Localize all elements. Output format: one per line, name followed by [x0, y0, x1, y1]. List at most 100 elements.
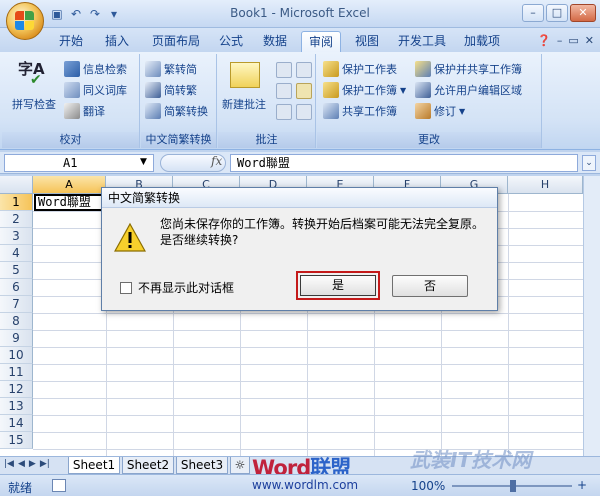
tab-addins[interactable]: 加载项 — [460, 31, 504, 52]
row-header[interactable]: 11 — [0, 364, 33, 381]
insert-function-icon[interactable]: fx — [211, 154, 222, 168]
previous-comment-icon[interactable] — [296, 62, 312, 78]
vertical-scrollbar[interactable] — [583, 176, 600, 456]
name-box[interactable]: A1 — [4, 154, 154, 172]
column-header-h[interactable]: H — [508, 176, 583, 194]
row-header[interactable]: 1 — [0, 194, 33, 211]
tab-developer[interactable]: 开发工具 — [394, 31, 450, 52]
sheet-tab-3[interactable]: Sheet3 — [176, 457, 228, 474]
ribbon-minimize-icon[interactable]: – — [557, 34, 563, 47]
lock-workbook-icon — [323, 82, 339, 98]
row-header[interactable]: 9 — [0, 330, 33, 347]
chevron-down-icon: ▼ — [400, 85, 407, 95]
minimize-button[interactable]: – — [522, 4, 544, 22]
row-header[interactable]: 13 — [0, 398, 33, 415]
dont-show-again-checkbox[interactable] — [120, 281, 132, 294]
name-box-dropdown-icon[interactable]: ▼ — [140, 157, 147, 167]
column-header-a[interactable]: A — [33, 176, 106, 194]
dialog-message: 您尚未保存你的工作簿。转换开始后档案可能无法完全复原。是否继续转换? — [160, 217, 485, 247]
tab-review[interactable]: 审阅 — [301, 31, 341, 52]
group-chinese-conversion: 繁转简 简转繁 简繁转换 中文简繁转换 — [141, 54, 217, 148]
track-changes-icon — [415, 103, 431, 119]
protect-workbook-button[interactable]: 保护工作簿 ▼ — [323, 81, 406, 99]
cell-a1[interactable]: Word聯盟 — [34, 194, 106, 211]
dialog-title: 中文简繁转换 — [102, 188, 497, 208]
chevron-down-icon: ▼ — [459, 106, 466, 116]
allow-edit-ranges-button[interactable]: 允许用户编辑区域 — [415, 81, 522, 99]
no-button[interactable]: 否 — [392, 275, 468, 297]
zoom-in-icon[interactable]: + — [577, 478, 587, 492]
last-sheet-icon[interactable]: ▶| — [40, 459, 50, 469]
spell-check-icon[interactable]: 字A ✔ — [16, 58, 50, 88]
tab-view[interactable]: 视图 — [350, 31, 384, 52]
ribbon-close-icon[interactable]: ✕ — [585, 34, 594, 47]
status-bar: 就绪 www.wordlm.com 100% + — [0, 474, 600, 496]
row-header[interactable]: 3 — [0, 228, 33, 245]
yes-button-label: 是 — [300, 275, 376, 296]
row-header[interactable]: 5 — [0, 262, 33, 279]
zoom-thumb[interactable] — [510, 480, 516, 492]
sheet-tab-1[interactable]: Sheet1 — [68, 457, 120, 474]
sheet-tab-2[interactable]: Sheet2 — [122, 457, 174, 474]
row-header[interactable]: 10 — [0, 347, 33, 364]
prev-sheet-icon[interactable]: ◀ — [18, 459, 25, 469]
row-header[interactable]: 4 — [0, 245, 33, 262]
share-workbook-button[interactable]: 共享工作簿 — [323, 102, 397, 120]
row-header[interactable]: 2 — [0, 211, 33, 228]
show-all-comments-icon[interactable] — [276, 104, 292, 120]
to-traditional-button[interactable]: 简转繁 — [145, 81, 197, 99]
row-header[interactable]: 14 — [0, 415, 33, 432]
new-comment-icon[interactable] — [230, 62, 260, 88]
dont-show-again-row[interactable]: 不再显示此对话框 — [120, 279, 234, 296]
watermark-site: 武装IT技术网 — [410, 448, 532, 472]
translate-button[interactable]: 翻译 — [64, 102, 105, 120]
next-sheet-icon[interactable]: ▶ — [29, 459, 36, 469]
first-sheet-icon[interactable]: |◀ — [4, 459, 14, 469]
lock-sheet-icon — [323, 61, 339, 77]
office-button[interactable] — [6, 2, 44, 40]
tab-insert[interactable]: 插入 — [100, 31, 134, 52]
formula-input[interactable]: Word聯盟 — [230, 154, 578, 172]
tab-data[interactable]: 数据 — [258, 31, 292, 52]
tab-home[interactable]: 开始 — [54, 31, 88, 52]
select-all-corner[interactable] — [0, 176, 33, 194]
tab-formulas[interactable]: 公式 — [214, 31, 248, 52]
tab-page-layout[interactable]: 页面布局 — [146, 31, 206, 52]
delete-comment-icon[interactable] — [276, 62, 292, 78]
next-comment-icon[interactable] — [276, 83, 292, 99]
row-header[interactable]: 6 — [0, 279, 33, 296]
status-ready: 就绪 — [8, 481, 33, 495]
protect-share-button[interactable]: 保护并共享工作簿 — [415, 60, 522, 78]
thesaurus-button[interactable]: 同义词库 — [64, 81, 127, 99]
insert-sheet-icon[interactable]: ☼ — [230, 457, 250, 474]
ribbon-restore-icon[interactable]: ▭ — [568, 34, 578, 47]
group-label-chinese: 中文简繁转换 — [141, 132, 216, 148]
track-changes-button[interactable]: 修订 ▼ — [415, 102, 465, 120]
show-comment-icon[interactable] — [296, 83, 312, 99]
to-simplified-icon — [145, 61, 161, 77]
row-header[interactable]: 7 — [0, 296, 33, 313]
chinese-convert-icon — [145, 103, 161, 119]
allow-edit-icon — [415, 82, 431, 98]
group-comments: 新建批注 批注 — [218, 54, 316, 148]
help-icon[interactable]: ❓ — [537, 34, 551, 47]
row-header[interactable]: 12 — [0, 381, 33, 398]
row-header[interactable]: 15 — [0, 432, 33, 449]
status-url: www.wordlm.com — [252, 478, 359, 492]
row-header[interactable]: 8 — [0, 313, 33, 330]
to-simplified-button[interactable]: 繁转简 — [145, 60, 197, 78]
close-button[interactable]: ✕ — [570, 4, 596, 22]
show-ink-icon[interactable] — [296, 104, 312, 120]
zoom-level[interactable]: 100% — [411, 479, 445, 493]
expand-formula-bar-icon[interactable]: ⌄ — [582, 155, 596, 171]
research-icon — [64, 61, 80, 77]
protect-sheet-button[interactable]: 保护工作表 — [323, 60, 397, 78]
new-comment-button[interactable]: 新建批注 — [222, 96, 266, 112]
macro-record-icon[interactable] — [52, 479, 66, 492]
yes-button[interactable]: 是 — [296, 271, 380, 300]
chinese-convert-button[interactable]: 简繁转换 — [145, 102, 208, 120]
spell-check-button[interactable]: 拼写检查 — [12, 96, 56, 112]
research-button[interactable]: 信息检索 — [64, 60, 127, 78]
group-changes: 保护工作表 保护工作簿 ▼ 共享工作簿 保护并共享工作簿 允许用户编辑区域 修订… — [317, 54, 542, 148]
maximize-button[interactable]: □ — [546, 4, 568, 22]
